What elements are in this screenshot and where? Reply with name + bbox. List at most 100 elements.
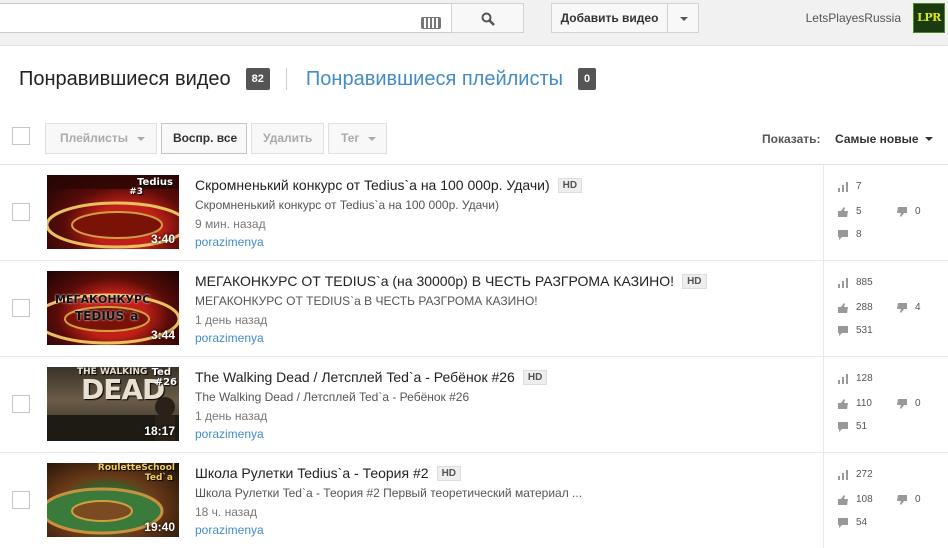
video-checkbox[interactable] [12, 395, 30, 413]
comment-icon [838, 229, 848, 240]
video-title[interactable]: МЕГАКОНКУРС ОТ TEDIUS`a (на 30000р) В ЧЕ… [195, 273, 674, 289]
views-stat: 7 [838, 181, 862, 192]
video-thumbnail[interactable]: RouletteSchool Ted`a 19:40 [47, 463, 179, 537]
heading-divider [285, 68, 287, 90]
video-author[interactable]: porazimenya [195, 235, 264, 249]
views-stat: 272 [838, 469, 873, 480]
dislikes-stat: 0 [897, 494, 921, 505]
stats-divider [823, 261, 824, 357]
comments-count: 54 [856, 517, 868, 528]
dislikes-stat: 0 [897, 398, 921, 409]
video-checkbox[interactable] [12, 203, 30, 221]
video-checkbox[interactable] [12, 299, 30, 317]
comment-icon [838, 517, 848, 528]
tag-button-label: Тег [341, 131, 360, 145]
video-row: RouletteSchool Ted`a 19:40 Школа Рулетки… [0, 453, 948, 548]
video-duration: 3:40 [150, 232, 175, 246]
likes-count: 108 [856, 494, 873, 505]
views-icon [838, 469, 848, 480]
keyboard-icon[interactable] [421, 17, 441, 29]
video-thumbnail[interactable]: Tedius #3 3:40 [47, 175, 179, 249]
comment-icon [838, 421, 848, 432]
dislikes-count: 0 [915, 494, 921, 505]
video-author[interactable]: porazimenya [195, 427, 264, 441]
stats-divider [823, 453, 824, 548]
dislikes-count: 0 [915, 398, 921, 409]
hd-badge: HD [682, 273, 707, 289]
dislikes-count: 4 [915, 302, 921, 313]
delete-button[interactable]: Удалить [251, 123, 324, 154]
comments-stat: 51 [838, 421, 867, 432]
select-all-checkbox[interactable] [12, 127, 30, 145]
thumbs-down-icon [897, 302, 907, 313]
liked-playlists-count: 0 [578, 68, 597, 90]
page-heading: Понравившиеся видео 82 Понравившиеся пле… [19, 66, 597, 92]
sort-label: Показать: [762, 132, 821, 146]
search-icon [481, 12, 495, 26]
video-title[interactable]: Скромненький конкурс от Tedius`a на 100 … [195, 177, 550, 193]
search-button[interactable] [451, 3, 524, 33]
action-toolbar: Плейлисты Воспр. все Удалить Тег Показат… [0, 109, 948, 165]
video-checkbox[interactable] [12, 491, 30, 509]
comment-icon [838, 325, 848, 336]
upload-dropdown-button[interactable] [667, 3, 699, 33]
thumbnail-caption: #26 [154, 377, 177, 388]
thumbnail-caption: TEDIUS`a [75, 309, 139, 323]
hd-badge: HD [557, 177, 583, 193]
thumbnail-caption: Ted`a [144, 473, 173, 483]
playlists-button[interactable]: Плейлисты [45, 123, 157, 154]
comments-stat: 8 [838, 229, 862, 240]
avatar[interactable]: LPR [913, 3, 945, 33]
views-count: 128 [856, 373, 873, 384]
video-thumbnail[interactable]: THE WALKING DEAD Ted #26 18:17 [47, 367, 179, 441]
views-icon [838, 181, 848, 192]
username[interactable]: LetsPlayesRussia [806, 11, 901, 25]
upload-video-button[interactable]: Добавить видео [551, 3, 668, 33]
views-count: 272 [856, 469, 873, 480]
thumbs-up-icon [838, 398, 848, 409]
play-all-button[interactable]: Воспр. все [161, 123, 247, 154]
chevron-down-icon [680, 17, 688, 21]
video-title[interactable]: The Walking Dead / Летсплей Ted`a - Ребё… [195, 369, 515, 385]
comments-count: 51 [856, 421, 868, 432]
likes-count: 288 [856, 302, 873, 313]
hd-badge: HD [436, 465, 462, 481]
likes-stat: 108 [838, 494, 873, 505]
video-title[interactable]: Школа Рулетки Tedius`a - Теория #2 [195, 465, 429, 481]
top-bar: Добавить видео LetsPlayesRussia LPR [0, 0, 948, 46]
views-icon [838, 277, 848, 288]
thumbs-up-icon [838, 494, 848, 505]
comments-stat: 531 [838, 325, 873, 336]
likes-count: 5 [856, 206, 862, 217]
dislikes-count: 0 [915, 206, 921, 217]
video-author[interactable]: porazimenya [195, 331, 264, 345]
comments-count: 531 [856, 325, 873, 336]
views-count: 885 [856, 277, 873, 288]
sort-select[interactable]: Самые новые [835, 132, 933, 146]
thumbs-up-icon [838, 302, 848, 313]
sort-select-value: Самые новые [835, 132, 919, 146]
liked-videos-count: 82 [245, 68, 270, 90]
video-description: The Walking Dead / Летсплей Ted`a - Ребё… [195, 390, 470, 404]
video-duration: 19:40 [144, 520, 175, 534]
video-time: 9 мин. назад [195, 217, 266, 231]
thumbnail-caption: МЕГАКОНКУРС [55, 293, 151, 306]
hd-badge: HD [522, 369, 548, 385]
views-stat: 885 [838, 277, 873, 288]
video-thumbnail[interactable]: МЕГАКОНКУРС TEDIUS`a 3:44 [47, 271, 179, 345]
video-description: Скромненький конкурс от Tedius`a на 100 … [195, 198, 499, 212]
comments-stat: 54 [838, 517, 867, 528]
video-row: МЕГАКОНКУРС TEDIUS`a 3:44 МЕГАКОНКУРС ОТ… [0, 261, 948, 357]
likes-stat: 5 [838, 206, 862, 217]
video-duration: 18:17 [144, 424, 175, 438]
liked-playlists-link[interactable]: Понравившиеся плейлисты [306, 68, 563, 91]
likes-count: 110 [856, 398, 872, 409]
video-description: Школа Рулетки Ted`a - Теория #2 Первый т… [195, 486, 583, 500]
tag-button[interactable]: Тег [328, 123, 387, 154]
views-count: 7 [856, 181, 862, 192]
search-input[interactable] [0, 3, 452, 33]
video-author[interactable]: porazimenya [195, 523, 264, 537]
video-time: 1 день назад [195, 313, 268, 327]
chevron-down-icon [137, 137, 145, 141]
stats-divider [823, 357, 824, 453]
